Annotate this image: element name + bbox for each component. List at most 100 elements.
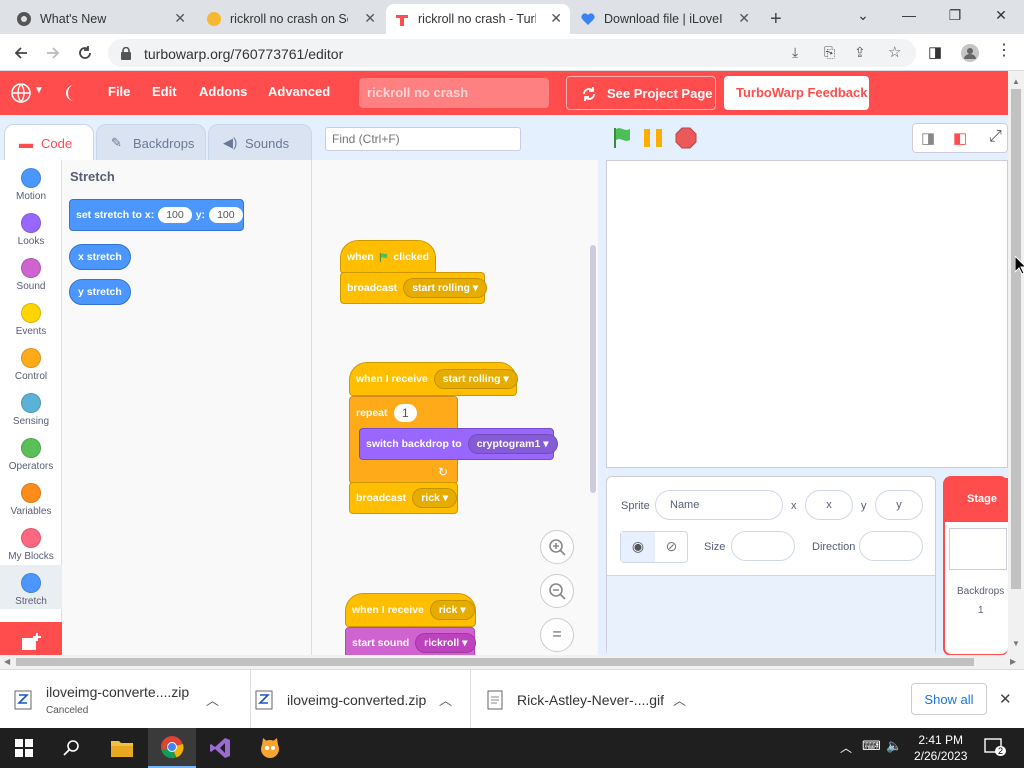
when-flag-clicked-block[interactable]: when clicked [340,240,436,274]
category-variables[interactable]: Variables [0,483,62,517]
hide-eye-icon[interactable]: ⊘ [655,532,688,562]
install-app-icon[interactable]: ⤓ [792,44,798,61]
tab-close-icon[interactable]: ✕ [364,11,376,25]
browser-tab-scratch[interactable]: rickroll no crash on Scr ✕ [198,4,384,34]
message-dropdown[interactable]: start rolling ▾ [403,278,488,298]
project-title-input[interactable]: rickroll no crash [359,78,549,108]
new-tab-icon[interactable]: + [762,4,792,34]
stop-icon[interactable] [675,127,697,149]
browser-tab-turbowarp[interactable]: rickroll no crash - Turb ✕ [386,4,570,34]
category-motion[interactable]: Motion [0,168,62,202]
message-dropdown[interactable]: rick ▾ [412,488,458,508]
tab-close-icon[interactable]: ✕ [550,11,562,25]
download-item[interactable]: iloveimg-converte....zip Canceled ︿ [14,670,234,729]
download-menu-chevron-icon[interactable]: ︿ [439,690,452,709]
see-project-page-button[interactable]: See Project Page [566,76,716,110]
restore-icon[interactable]: ❐ [932,0,978,30]
sprite-name-input[interactable]: Name [655,490,783,520]
scratch-cat-taskbar-icon[interactable] [246,728,294,768]
lock-icon[interactable] [120,47,132,60]
direction-input[interactable] [859,531,923,561]
volume-icon[interactable]: 🔈 [886,738,902,754]
tab-code[interactable]: ▬ Code [4,124,94,160]
language-caret-icon[interactable]: ▼ [34,85,44,96]
category-control[interactable]: Control [0,348,62,382]
category-events[interactable]: Events [0,303,62,337]
tab-backdrops[interactable]: ✎ Backdrops [96,124,206,160]
show-eye-icon[interactable]: ◉ [621,532,655,562]
scroll-up-icon[interactable]: ▲ [1012,77,1020,86]
tab-sounds[interactable]: ◀) Sounds [208,124,312,160]
page-action-icon[interactable]: ⎘ [824,44,835,61]
category-operators[interactable]: Operators [0,438,62,472]
find-input[interactable] [325,127,521,151]
download-menu-chevron-icon[interactable]: ︿ [673,690,686,709]
workspace-scrollbar[interactable] [590,245,596,493]
green-flag-icon[interactable] [611,126,633,150]
close-download-shelf-icon[interactable]: ✕ [999,690,1012,708]
when-i-receive-block[interactable]: when I receive rick ▾ [345,593,476,627]
system-clock[interactable]: 2:41 PM 2/26/2023 [914,732,967,764]
message-dropdown[interactable]: rick ▾ [429,600,475,620]
category-stretch[interactable]: Stretch [0,565,62,609]
side-panel-icon[interactable]: ◨ [928,43,942,61]
profile-avatar-icon[interactable] [960,43,980,63]
set-stretch-block[interactable]: set stretch to x: 100 y: 100 [69,199,244,231]
pause-icon[interactable] [642,128,666,148]
zoom-reset-button[interactable]: = [540,618,574,652]
back-icon[interactable] [10,42,32,64]
close-window-icon[interactable]: ✕ [978,0,1024,30]
download-menu-chevron-icon[interactable]: ︿ [206,690,219,709]
tab-close-icon[interactable]: ✕ [738,11,750,25]
chrome-menu-icon[interactable]: ⋮ [996,40,1012,60]
show-all-downloads-button[interactable]: Show all [911,683,987,715]
show-hidden-icons-icon[interactable]: ︿ [840,739,852,756]
menu-file[interactable]: File [108,84,130,99]
page-horizontal-scrollbar[interactable]: ◀ ▶ [0,655,1024,669]
file-explorer-icon[interactable] [98,728,146,768]
x-stretch-reporter[interactable]: x stretch [69,244,131,270]
fullscreen-icon[interactable]: ⤢ [989,128,1002,146]
stretch-y-input[interactable]: 100 [209,207,243,223]
windows-start-icon[interactable] [0,728,48,768]
menu-advanced[interactable]: Advanced [268,84,330,99]
broadcast-block[interactable]: broadcast start rolling ▾ [340,272,488,304]
page-vertical-scrollbar[interactable]: ▲ ▼ [1008,71,1024,655]
menu-edit[interactable]: Edit [152,84,177,99]
dark-mode-moon-icon[interactable] [64,83,80,103]
when-i-receive-block[interactable]: when I receive start rolling ▾ [349,362,518,396]
omnibox[interactable]: turbowarp.org/760773761/editor ⤓ ⎘ ⇪ ☆ [108,39,916,67]
turbowarp-feedback-button[interactable]: TurboWarp Feedback [724,76,869,110]
scroll-left-icon[interactable]: ◀ [4,657,10,666]
scroll-down-icon[interactable]: ▼ [1012,639,1020,648]
backdrop-dropdown[interactable]: cryptogram1 ▾ [467,434,558,454]
minimize-icon[interactable]: — [886,0,932,30]
tab-search-icon[interactable]: ⌄ [840,0,886,30]
stage-canvas[interactable] [606,160,1008,468]
zoom-out-button[interactable] [540,574,574,608]
size-input[interactable] [731,531,795,561]
reload-icon[interactable] [74,42,96,64]
stretch-x-input[interactable]: 100 [158,207,192,223]
forward-icon[interactable] [42,42,64,64]
message-dropdown[interactable]: start rolling ▾ [433,369,518,389]
chrome-taskbar-icon[interactable] [148,728,196,768]
tab-close-icon[interactable]: ✕ [174,11,186,25]
sound-dropdown[interactable]: rickroll ▾ [415,633,477,653]
start-sound-block[interactable]: start sound rickroll ▾ [345,627,477,655]
add-extension-button[interactable] [0,622,62,656]
sprite-y-input[interactable]: y [875,490,923,520]
category-my-blocks[interactable]: My Blocks [0,528,62,562]
menu-addons[interactable]: Addons [199,84,247,99]
search-icon[interactable] [48,728,96,768]
share-icon[interactable]: ⇪ [854,44,866,61]
zoom-in-button[interactable] [540,530,574,564]
sprite-x-input[interactable]: x [805,490,853,520]
download-item[interactable]: iloveimg-converted.zip ︿ [250,670,460,729]
switch-backdrop-block[interactable]: switch backdrop to cryptogram1 ▾ [359,428,558,460]
category-sound[interactable]: Sound [0,258,62,292]
scroll-right-icon[interactable]: ▶ [1010,657,1016,666]
browser-tab-iloveimg[interactable]: Download file | iLoveIM ✕ [572,4,758,34]
large-stage-icon[interactable]: ◧ [953,129,967,147]
small-stage-icon[interactable]: ◨ [921,129,935,147]
